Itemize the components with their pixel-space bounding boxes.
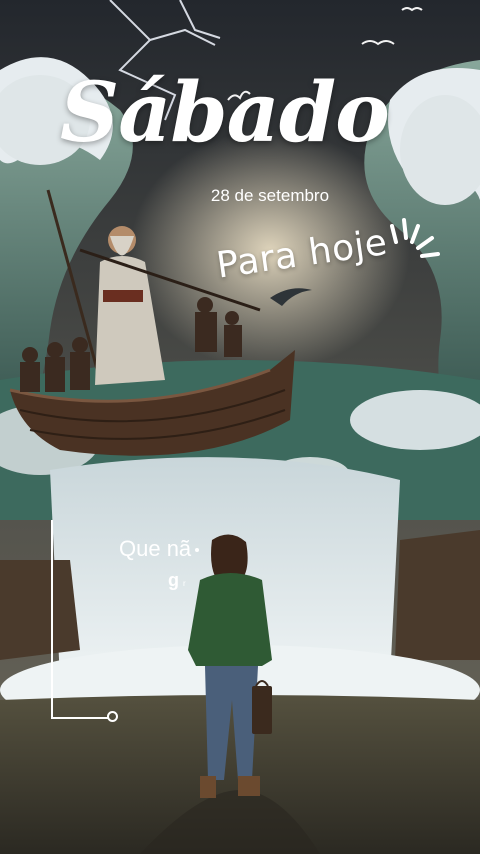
caption-bracket-line	[51, 520, 53, 718]
caption-line-1: Que nã	[119, 536, 200, 562]
story-title: Sábado	[60, 65, 390, 161]
caption-text-2: g	[168, 570, 179, 590]
sunburst-accent-icon	[390, 218, 440, 258]
caption-line-2: gr	[168, 570, 186, 591]
story-canvas: Sábado 28 de setembro Para hoje Que nã g…	[0, 0, 480, 854]
caption-dot	[195, 548, 200, 553]
story-date: 28 de setembro	[210, 186, 330, 205]
caption-text-2-small: r	[183, 579, 186, 588]
caption-text-1: Que nã	[119, 536, 192, 561]
caption-bracket-base	[51, 717, 109, 719]
caption-bracket-dot	[107, 711, 118, 722]
